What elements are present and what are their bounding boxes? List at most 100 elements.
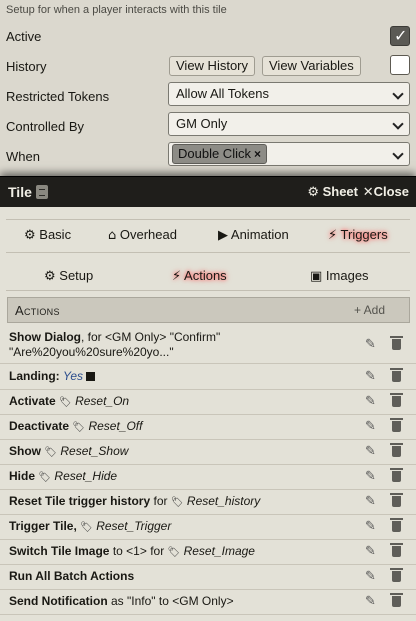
trash-icon[interactable] xyxy=(390,468,403,482)
action-row[interactable]: Activate 🏷 Reset_On ✎ xyxy=(0,390,416,415)
window-titlebar[interactable]: Tile ⚙ Sheet ✕Close xyxy=(0,177,416,207)
tag-icon: 🏷 xyxy=(72,422,86,433)
trash-icon[interactable] xyxy=(390,418,403,432)
action-row[interactable]: Show 🏷 Reset_Show ✎ xyxy=(0,440,416,465)
history-checkbox[interactable] xyxy=(390,55,410,75)
sheet-button[interactable]: ⚙ Sheet xyxy=(307,184,358,200)
tab-actions[interactable]: ⚡ Actions xyxy=(172,268,227,284)
tab-triggers[interactable]: ⚡ Triggers xyxy=(328,227,388,243)
edit-icon[interactable]: ✎ xyxy=(365,494,376,509)
secondary-tabs: ⚙ Setup ⚡ Actions ▣ Images xyxy=(6,261,410,291)
action-row[interactable]: Switch Tile Image to <1> for 🏷 Reset_Ima… xyxy=(0,540,416,565)
action-row[interactable]: Hide 🏷 Reset_Hide ✎ xyxy=(0,465,416,490)
actions-header: Actions + Add xyxy=(7,297,410,323)
view-history-button[interactable]: View History xyxy=(169,56,256,76)
tag-icon: 🏷 xyxy=(80,522,93,533)
image-icon: ▣ xyxy=(310,269,323,284)
trash-icon[interactable] xyxy=(390,493,403,507)
action-text: Activate 🏷 Reset_On xyxy=(9,394,130,408)
panel-description: Setup for when a player interacts with t… xyxy=(6,4,227,16)
action-text: Show Dialog, for <GM Only> "Confirm" xyxy=(9,330,221,344)
trash-icon[interactable] xyxy=(390,568,403,582)
edit-icon[interactable]: ✎ xyxy=(365,444,376,459)
tag-icon: 🏷 xyxy=(38,472,52,483)
trash-icon[interactable] xyxy=(390,336,403,350)
trash-icon[interactable] xyxy=(390,593,403,607)
active-checkbox[interactable] xyxy=(390,26,410,46)
controlled-row: Controlled By GM Only xyxy=(0,112,416,142)
when-row: When Double Click × xyxy=(0,142,416,172)
trash-icon[interactable] xyxy=(390,518,403,532)
action-row[interactable]: Run All Batch Actions ✎ xyxy=(0,565,416,590)
stop-icon xyxy=(86,372,96,381)
tab-basic[interactable]: ⚙ Basic xyxy=(24,227,71,243)
action-text: Trigger Tile, 🏷 Reset_Trigger xyxy=(9,519,172,533)
primary-tabs: ⚙ Basic ⌂ Overhead ▶ Animation ⚡ Trigger… xyxy=(6,219,410,253)
edit-icon[interactable]: ✎ xyxy=(365,337,376,352)
edit-icon[interactable]: ✎ xyxy=(365,394,376,409)
history-label: History xyxy=(6,59,47,74)
home-icon: ⌂ xyxy=(108,228,117,243)
tag-icon: 🏷 xyxy=(44,447,58,458)
trash-icon[interactable] xyxy=(390,443,403,457)
tag-icon: 🏷 xyxy=(59,397,72,408)
when-select[interactable]: Double Click × xyxy=(168,142,410,166)
action-text: Reset Tile trigger history for 🏷 Reset_h… xyxy=(9,494,261,508)
action-text-line2: "Are%20you%20sure%20yo..." xyxy=(9,345,174,359)
play-icon: ▶ xyxy=(218,228,228,243)
close-button[interactable]: ✕Close xyxy=(363,184,409,200)
tab-images[interactable]: ▣ Images xyxy=(310,268,369,284)
action-text: Hide 🏷 Reset_Hide xyxy=(9,469,118,483)
add-action-button[interactable]: + Add xyxy=(354,303,385,317)
action-row[interactable]: Trigger Tile, 🏷 Reset_Trigger ✎ xyxy=(0,515,416,540)
restricted-tokens-select[interactable]: Allow All Tokens xyxy=(168,82,410,106)
action-text: Send Notification as "Info" to <GM Only> xyxy=(9,594,234,608)
action-row[interactable]: Deactivate 🏷 Reset_Off ✎ xyxy=(0,415,416,440)
when-tag: Double Click × xyxy=(172,144,267,164)
running-icon: ⚡ xyxy=(328,228,338,243)
history-row: History View History View Variables xyxy=(0,52,416,82)
trash-icon[interactable] xyxy=(390,543,403,557)
tab-setup[interactable]: ⚙ Setup xyxy=(44,268,93,284)
actions-title: Actions xyxy=(15,303,60,318)
action-row[interactable]: Reset Tile trigger history for 🏷 Reset_h… xyxy=(0,490,416,515)
action-text: Show 🏷 Reset_Show xyxy=(9,444,129,458)
edit-icon[interactable]: ✎ xyxy=(365,569,376,584)
action-text: Run All Batch Actions xyxy=(9,569,135,583)
window-title: Tile xyxy=(8,184,48,200)
tile-window: Tile ⚙ Sheet ✕Close ⚙ Basic ⌂ Overhead ▶… xyxy=(0,176,416,621)
when-label: When xyxy=(6,149,40,164)
action-row[interactable]: Show Dialog, for <GM Only> "Confirm" "Ar… xyxy=(0,326,416,364)
tag-icon: 🏷 xyxy=(170,497,184,508)
restricted-label: Restricted Tokens xyxy=(6,89,110,104)
gear-icon: ⚙ xyxy=(44,269,56,284)
restricted-row: Restricted Tokens Allow All Tokens xyxy=(0,82,416,112)
edit-icon[interactable]: ✎ xyxy=(365,519,376,534)
trash-icon[interactable] xyxy=(390,368,403,382)
controlled-by-select[interactable]: GM Only xyxy=(168,112,410,136)
edit-icon[interactable]: ✎ xyxy=(365,594,376,609)
action-row[interactable]: Send Notification as "Info" to <GM Only>… xyxy=(0,590,416,615)
cogs-icon: ⚙ xyxy=(24,228,36,243)
action-text: Deactivate 🏷 Reset_Off xyxy=(9,419,143,433)
remove-tag-icon[interactable]: × xyxy=(254,147,261,161)
edit-icon[interactable]: ✎ xyxy=(365,369,376,384)
action-text: Switch Tile Image to <1> for 🏷 Reset_Ima… xyxy=(9,544,255,558)
tile-config-panel: Setup for when a player interacts with t… xyxy=(0,0,416,178)
edit-icon[interactable]: ✎ xyxy=(365,469,376,484)
running-icon: ⚡ xyxy=(172,269,182,284)
tab-animation[interactable]: ▶ Animation xyxy=(218,227,289,243)
active-label: Active xyxy=(6,29,42,44)
controlled-label: Controlled By xyxy=(6,119,85,134)
view-variables-button[interactable]: View Variables xyxy=(262,56,361,76)
gear-icon: ⚙ xyxy=(307,185,319,200)
trash-icon[interactable] xyxy=(390,393,403,407)
active-row: Active xyxy=(0,22,416,52)
edit-icon[interactable]: ✎ xyxy=(365,419,376,434)
tile-icon xyxy=(35,185,48,199)
tab-overhead[interactable]: ⌂ Overhead xyxy=(108,227,177,243)
action-text: Landing: Yes xyxy=(9,369,96,383)
action-row[interactable]: Landing: Yes ✎ xyxy=(0,365,416,390)
tag-icon: 🏷 xyxy=(167,547,181,558)
edit-icon[interactable]: ✎ xyxy=(365,544,376,559)
